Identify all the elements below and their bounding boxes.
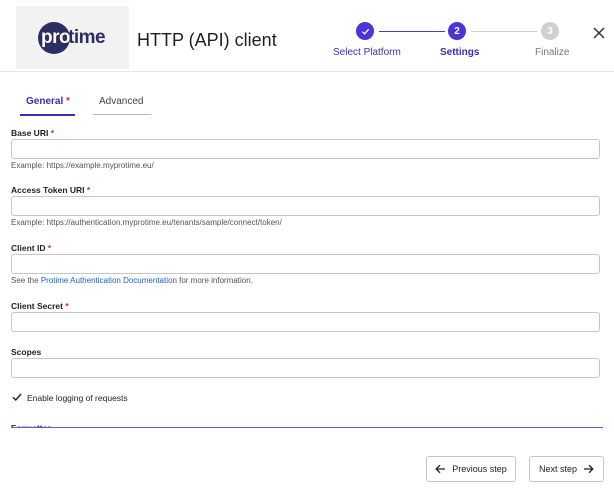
required-mark: * [66,96,70,107]
step-1-completed-icon[interactable] [356,22,374,40]
access-token-uri-label: Access Token URI * [11,185,90,195]
scopes-label: Scopes [11,347,41,357]
logo-text-pro: pro [41,27,71,48]
next-step-button[interactable]: Next step [529,456,604,482]
client-secret-input[interactable] [11,312,600,332]
client-id-input[interactable] [11,254,600,274]
next-step-label: Next step [538,464,578,474]
access-token-uri-label-text: Access Token URI [11,185,85,195]
previous-step-button[interactable]: Previous step [426,456,516,482]
client-id-label-text: Client ID [11,243,46,253]
scopes-input[interactable] [11,358,600,378]
scopes-label-text: Scopes [11,347,42,357]
required-mark: * [47,243,52,253]
arrow-right-icon [584,464,594,474]
step-1-label: Select Platform [333,47,401,58]
step-2-label: Settings [440,47,480,58]
checkmark-icon [12,393,22,402]
client-id-hint-suffix: for more information. [176,276,253,285]
previous-step-label: Previous step [452,464,507,474]
arrow-left-icon [435,464,446,474]
tab-general-label: General [26,96,64,107]
client-id-hint: See the Protime Authentication Documenta… [11,276,253,285]
base-uri-label-text: Base URI [11,128,49,138]
formatter-divider [11,427,603,428]
client-secret-label-text: Client Secret [11,301,63,311]
dialog-header: pro time HTTP (API) client 2 3 Select Pl… [0,0,614,72]
logo-text-time: time [68,27,106,48]
base-uri-input[interactable] [11,139,600,159]
protime-auth-docs-link[interactable]: Protime Authentication Documentation [41,276,177,285]
check-icon [361,28,369,35]
step-3-pending[interactable]: 3 [541,22,559,40]
step-connector-1 [379,31,445,32]
dialog-title: HTTP (API) client [137,30,277,50]
step-3-label: Finalize [535,47,570,58]
access-token-uri-input[interactable] [11,196,600,216]
required-mark: * [50,128,55,138]
required-mark: * [65,301,69,311]
tab-general-underline [20,114,75,116]
base-uri-label: Base URI * [11,128,54,138]
client-id-hint-prefix: See the [11,276,41,285]
tab-advanced-underline [93,114,151,115]
protime-logo: pro time [16,6,129,69]
access-token-uri-hint: Example: https://authentication.myprotim… [11,218,282,227]
logging-checkbox[interactable] [12,392,22,402]
client-id-label: Client ID * [11,243,51,253]
required-mark: * [86,185,91,195]
logging-checkbox-label[interactable]: Enable logging of requests [27,393,128,403]
step-2-active[interactable]: 2 [448,22,466,40]
client-secret-label: Client Secret * [11,301,69,311]
base-uri-hint: Example: https://example.myprotime.eu/ [11,161,154,170]
close-icon[interactable] [592,26,606,40]
step-connector-2 [471,31,537,32]
